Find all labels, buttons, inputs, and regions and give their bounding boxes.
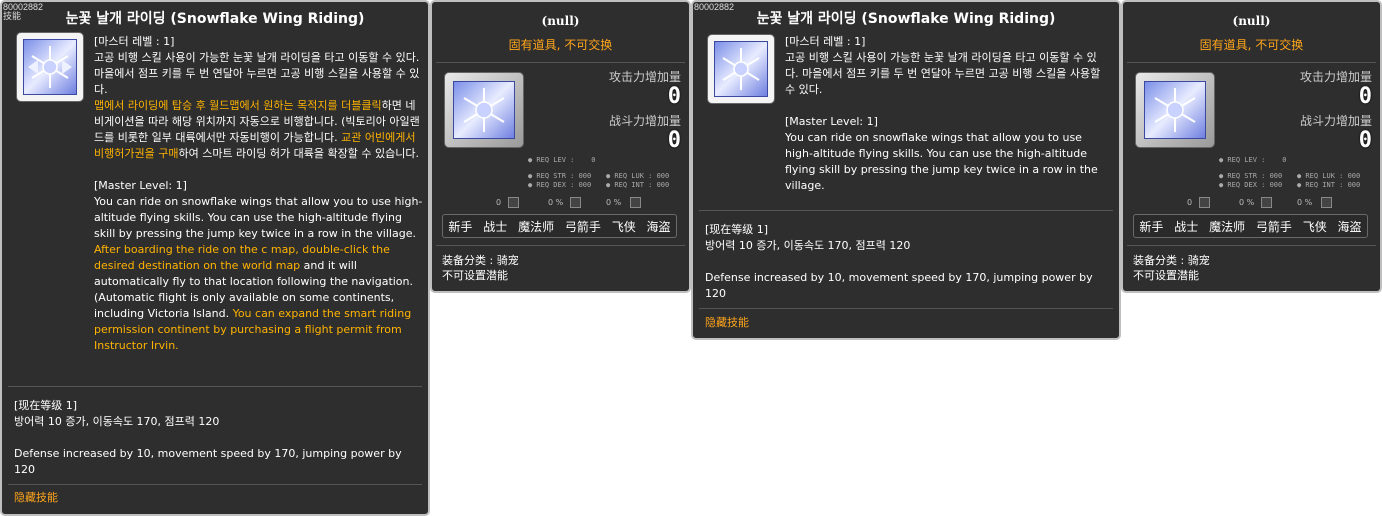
req-int: ● REQ INT : 000 [1297,181,1361,189]
job-bowman: 弓箭手 [1255,219,1292,234]
job-warrior: 战士 [1174,219,1199,234]
divider [8,386,422,387]
combat-increase-value: 0 [1358,128,1372,153]
snowflake-wing-icon [714,41,768,97]
job-thief: 飞侠 [1302,219,1327,234]
req-lev: ● REQ LEV : 0 [1219,156,1287,164]
divider [1127,62,1376,63]
req-lev: ● REQ LEV : 0 [528,156,596,164]
divider [8,484,422,485]
skill-title: 눈꽃 날개 라이딩 (Snowflake Wing Riding) [756,11,1056,27]
req-int: ● REQ INT : 000 [606,181,670,189]
skill-tooltip-panel-2: 80002882 눈꽃 날개 라이딩 (Snowflake Wing Ridin… [691,0,1121,340]
effect-kr: 방어력 10 증가, 이동속도 170, 점프력 120 [705,239,911,252]
item-title: (null) [541,14,580,28]
desc-kr-3: 하여 스마트 라이딩 허가 대륙을 확장할 수 있습니다. [178,147,419,160]
divider [436,245,685,246]
item-title: (null) [1232,14,1271,28]
shield-stat-icon [630,197,641,208]
req-dex: ● REQ DEX : 000 [1219,181,1283,189]
master-level-kr: [마스터 레벨 : 1] [94,35,175,48]
job-beginner: 新手 [448,219,473,234]
skill-description: [마스터 레벨 : 1] 고공 비행 스킬 사용이 가능한 눈꽃 날개 라이딩을… [94,34,424,354]
wing-stat-icon [1199,197,1210,208]
combat-increase-label: 战斗力增加量 [1299,114,1372,128]
item-icon-frame [444,72,524,148]
desc-en-1: You can ride on snowflake wings that all… [94,195,423,240]
divider [436,62,685,63]
divider [699,210,1113,211]
job-thief: 飞侠 [611,219,636,234]
master-level-kr: [마스터 레벨 : 1] [785,35,866,48]
skill-icon-frame [707,34,775,104]
req-str: ● REQ STR : 000 [1219,172,1283,180]
effect-kr: 방어력 10 증가, 이동속도 170, 점프력 120 [14,415,220,428]
job-pirate: 海盗 [1337,219,1362,234]
item-icon-frame [1135,72,1215,148]
job-bowman: 弓箭手 [564,219,601,234]
req-dex: ● REQ DEX : 000 [528,181,592,189]
master-level-en: [Master Level: 1] [94,179,187,192]
snowflake-wing-icon [453,81,515,139]
item-tooltip-panel-2: (null) 固有道具, 不可交换 攻击力增加量 0 战斗力增加量 0 ● RE… [1121,0,1382,293]
desc-en: You can ride on snowflake wings that all… [785,131,1102,192]
untradable-label: 固有道具, 不可交换 [508,38,613,52]
mini-stat-2-label: 0 % [548,198,564,207]
mini-stat-1-label: 0 [496,198,502,207]
attack-increase-value: 0 [1358,84,1372,109]
divider [1127,245,1376,246]
job-magician: 魔法师 [518,219,555,234]
desc-kr-highlight-1: 맵에서 라이딩에 탑승 후 월드맵에서 원하는 목적지를 더블클릭 [94,99,382,112]
req-luk: ● REQ LUK : 000 [1297,172,1361,180]
snowflake-wing-icon [23,39,77,95]
no-potential-label: 不可设置潜能 [1133,269,1199,282]
job-beginner: 新手 [1139,219,1164,234]
current-level: [现在等级 1] [14,399,78,412]
combat-increase-label: 战斗力增加量 [608,114,681,128]
skill-title: 눈꽃 날개 라이딩 (Snowflake Wing Riding) [65,11,365,27]
attack-increase-value: 0 [667,84,681,109]
mini-stat-1-label: 0 [1187,198,1193,207]
hidden-skill-label: 隐藏技能 [14,491,58,504]
job-class-bar: 新手 战士 魔法师 弓箭手 飞侠 海盗 [1133,214,1368,238]
job-warrior: 战士 [483,219,508,234]
combat-increase-value: 0 [667,128,681,153]
current-level: [现在等级 1] [705,223,769,236]
untradable-label: 固有道具, 不可交换 [1199,38,1304,52]
mini-stat-3-label: 0 % [1297,198,1313,207]
armor-stat-icon [570,197,581,208]
equip-category: 装备分类 : 骑宠 [1133,254,1210,267]
skill-description: [마스터 레벨 : 1] 고공 비행 스킬 사용이 가능한 눈꽃 날개 라이딩을… [785,34,1110,194]
job-class-bar: 新手 战士 魔法师 弓箭手 飞侠 海盗 [442,214,677,238]
desc-kr-1: 고공 비행 스킬 사용이 가능한 눈꽃 날개 라이딩을 타고 이동할 수 있다.… [94,51,423,96]
effect-en: Defense increased by 10, movement speed … [14,447,406,476]
job-magician: 魔法师 [1209,219,1246,234]
attack-increase-label: 攻击力增加量 [608,70,681,84]
mini-stat-3-label: 0 % [606,198,622,207]
skill-icon-frame [16,32,84,102]
divider [699,308,1113,309]
effect-en: Defense increased by 10, movement speed … [705,271,1097,300]
job-pirate: 海盗 [646,219,671,234]
skill-tooltip-panel: 80002882 技能 눈꽃 날개 라이딩 (Snowflake Wing Ri… [0,0,430,516]
shield-stat-icon [1321,197,1332,208]
req-luk: ● REQ LUK : 000 [606,172,670,180]
armor-stat-icon [1261,197,1272,208]
req-str: ● REQ STR : 000 [528,172,592,180]
hidden-skill-label: 隐藏技能 [705,316,749,329]
master-level-en: [Master Level: 1] [785,115,878,128]
attack-increase-label: 攻击力增加量 [1299,70,1372,84]
wing-stat-icon [508,197,519,208]
snowflake-wing-icon [1144,81,1206,139]
desc-kr: 고공 비행 스킬 사용이 가능한 눈꽃 날개 라이딩을 타고 이동할 수 있다.… [785,51,1104,96]
mini-stat-2-label: 0 % [1239,198,1255,207]
no-potential-label: 不可设置潜能 [442,269,508,282]
item-tooltip-panel: (null) 固有道具, 不可交换 攻击力增加量 0 战斗力增加量 0 ● RE… [430,0,691,293]
equip-category: 装备分类 : 骑宠 [442,254,519,267]
